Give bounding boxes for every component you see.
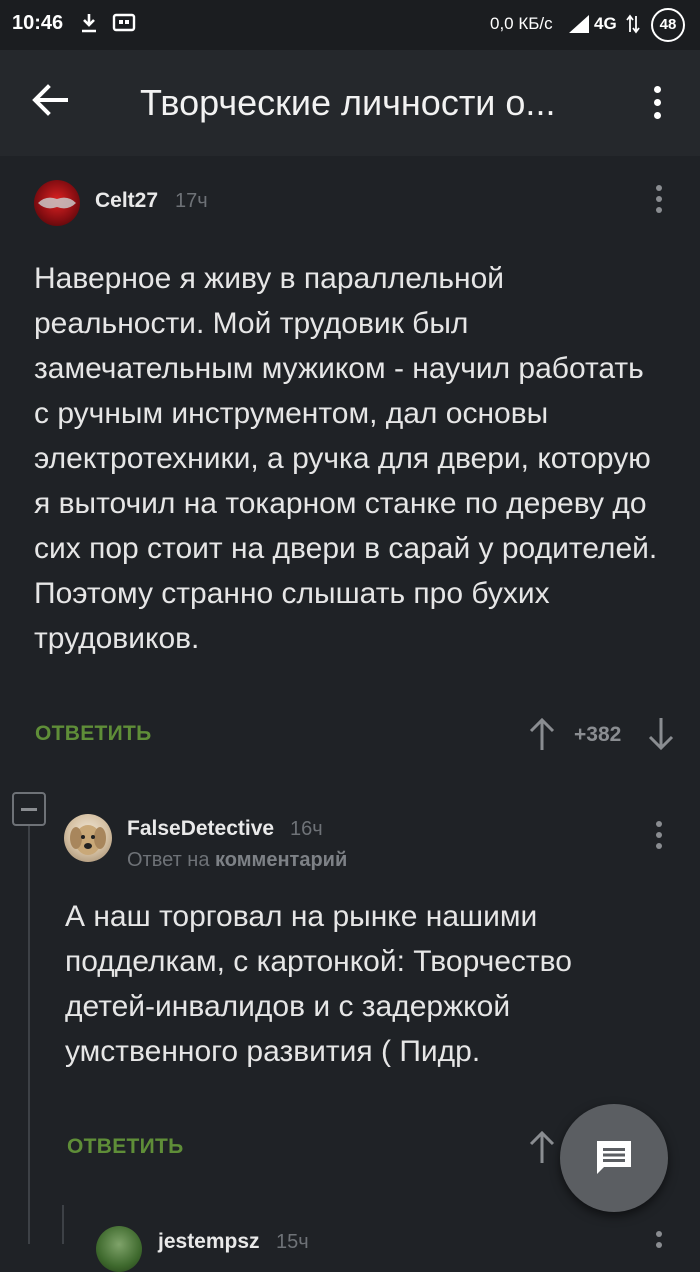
comment-author[interactable]: FalseDetective bbox=[127, 817, 274, 841]
comment-menu-button[interactable] bbox=[648, 816, 670, 856]
comment-time: 17ч bbox=[175, 190, 208, 212]
more-vert-icon bbox=[648, 1228, 670, 1248]
avatar-image bbox=[38, 197, 76, 209]
comment-body: Наверное я живу в параллельной реальност… bbox=[34, 256, 664, 661]
reply-to-prefix: Ответ на bbox=[127, 849, 210, 871]
comment-paragraph: Наверное я живу в параллельной реальност… bbox=[34, 262, 658, 565]
comment-author[interactable]: Celt27 bbox=[95, 189, 158, 213]
network-speed: 0,0 КБ/с bbox=[490, 14, 553, 33]
signal-icon bbox=[569, 15, 589, 33]
comment-author[interactable]: jestempsz bbox=[158, 1230, 260, 1254]
new-comment-fab[interactable] bbox=[560, 1104, 668, 1212]
collapse-thread-button[interactable] bbox=[12, 792, 46, 826]
comment-paragraph: Поэтому странно слышать про бухих трудов… bbox=[34, 577, 550, 655]
overflow-menu-button[interactable] bbox=[640, 78, 674, 124]
download-icon bbox=[82, 14, 96, 33]
thread-line bbox=[28, 826, 30, 1244]
avatar[interactable] bbox=[96, 1226, 142, 1272]
arrow-up-icon[interactable] bbox=[527, 716, 557, 752]
comment-icon bbox=[597, 1141, 631, 1174]
reply-button[interactable]: ОТВЕТИТЬ bbox=[35, 722, 152, 746]
page-title: Творческие личности о... bbox=[140, 82, 556, 123]
avatar[interactable] bbox=[64, 814, 112, 862]
more-vert-icon bbox=[648, 816, 670, 849]
reply-to-info: Ответ на комментарий bbox=[127, 849, 347, 872]
notification-badge: 48 bbox=[651, 8, 685, 42]
status-bar: 10:46 0,0 КБ/с 4G 48 bbox=[0, 0, 700, 50]
more-vert-icon bbox=[648, 180, 670, 213]
avatar[interactable] bbox=[34, 180, 80, 226]
status-time: 10:46 bbox=[12, 12, 64, 34]
app-bar: Творческие личности о... bbox=[0, 50, 700, 156]
comment-paragraph: А наш торговал на рынке нашими подделкам… bbox=[65, 900, 572, 1068]
arrow-down-icon[interactable] bbox=[646, 716, 676, 752]
more-vert-icon bbox=[640, 78, 674, 119]
comment-menu-button[interactable] bbox=[648, 1228, 670, 1248]
comment-menu-button[interactable] bbox=[648, 180, 670, 220]
back-button[interactable] bbox=[30, 80, 80, 126]
comment-body: А наш торговал на рынке нашими подделкам… bbox=[65, 894, 595, 1074]
comment-time: 16ч bbox=[290, 818, 323, 840]
thread-line bbox=[62, 1205, 64, 1244]
data-transfer-icon bbox=[626, 14, 640, 34]
comment-time: 15ч bbox=[276, 1231, 309, 1253]
arrow-up-icon[interactable] bbox=[527, 1129, 557, 1165]
network-type: 4G bbox=[594, 14, 617, 33]
comment-rating: +382 bbox=[574, 723, 622, 746]
arrow-left-icon bbox=[32, 84, 68, 116]
avatar-image bbox=[70, 825, 106, 855]
reply-to-link[interactable]: комментарий bbox=[215, 849, 347, 871]
screen-icon bbox=[112, 13, 136, 32]
reply-button[interactable]: ОТВЕТИТЬ bbox=[67, 1135, 184, 1159]
